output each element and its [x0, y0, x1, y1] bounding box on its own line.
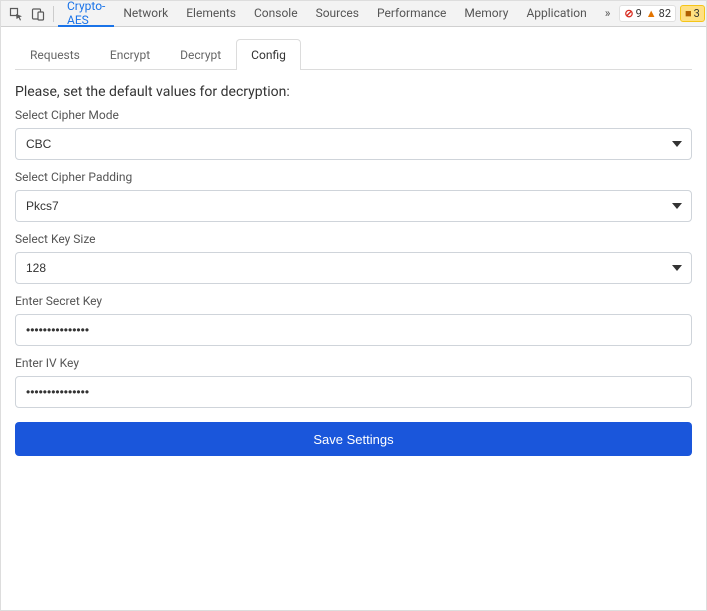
secret-key-label: Enter Secret Key: [15, 294, 692, 308]
iv-key-input[interactable]: [15, 376, 692, 408]
devtools-left-group: [5, 3, 58, 25]
devtools-tab-memory[interactable]: Memory: [455, 1, 517, 27]
cipher-padding-select-wrap: Pkcs7: [15, 190, 692, 222]
message-count: 3: [694, 7, 700, 20]
device-toggle-icon[interactable]: [27, 3, 49, 25]
iv-key-group: Enter IV Key: [15, 356, 692, 408]
save-settings-button[interactable]: Save Settings: [15, 422, 692, 456]
error-icon: ⊘: [624, 7, 633, 20]
cipher-mode-select-wrap: CBC: [15, 128, 692, 160]
key-size-select-wrap: 128: [15, 252, 692, 284]
devtools-tabs: Crypto-AES Network Elements Console Sour…: [58, 1, 619, 27]
cipher-padding-label: Select Cipher Padding: [15, 170, 692, 184]
warning-count: 82: [659, 7, 671, 20]
devtools-tab-console[interactable]: Console: [245, 1, 307, 27]
crypto-aes-panel: Requests Encrypt Decrypt Config Please, …: [1, 27, 706, 470]
toolbar-separator: [53, 6, 54, 22]
devtools-right-group: ⊘ 9 ▲ 82 ■ 3: [619, 3, 707, 25]
message-icon: ■: [685, 7, 692, 20]
devtools-tab-sources[interactable]: Sources: [307, 1, 368, 27]
key-size-group: Select Key Size 128: [15, 232, 692, 284]
devtools-tab-application[interactable]: Application: [517, 1, 595, 27]
key-size-select[interactable]: 128: [15, 252, 692, 284]
messages-badge[interactable]: ■ 3: [680, 5, 705, 22]
tab-decrypt[interactable]: Decrypt: [165, 39, 236, 70]
tab-config[interactable]: Config: [236, 39, 301, 70]
cipher-padding-group: Select Cipher Padding Pkcs7: [15, 170, 692, 222]
tab-requests[interactable]: Requests: [15, 39, 95, 70]
cipher-mode-label: Select Cipher Mode: [15, 108, 692, 122]
iv-key-label: Enter IV Key: [15, 356, 692, 370]
error-warning-badge[interactable]: ⊘ 9 ▲ 82: [619, 5, 676, 22]
devtools-tab-performance[interactable]: Performance: [368, 1, 455, 27]
cipher-padding-select[interactable]: Pkcs7: [15, 190, 692, 222]
inspect-element-icon[interactable]: [5, 3, 27, 25]
error-count: 9: [636, 7, 642, 20]
secret-key-group: Enter Secret Key: [15, 294, 692, 346]
devtools-tab-network[interactable]: Network: [114, 1, 177, 27]
warning-icon: ▲: [646, 7, 657, 20]
panel-tabs: Requests Encrypt Decrypt Config: [15, 39, 692, 70]
cipher-mode-select[interactable]: CBC: [15, 128, 692, 160]
tab-encrypt[interactable]: Encrypt: [95, 39, 165, 70]
config-heading: Please, set the default values for decry…: [15, 84, 692, 100]
devtools-toolbar: Crypto-AES Network Elements Console Sour…: [1, 1, 706, 27]
secret-key-input[interactable]: [15, 314, 692, 346]
key-size-label: Select Key Size: [15, 232, 692, 246]
cipher-mode-group: Select Cipher Mode CBC: [15, 108, 692, 160]
devtools-tab-overflow[interactable]: »: [596, 1, 620, 27]
devtools-tab-crypto-aes[interactable]: Crypto-AES: [58, 1, 114, 27]
devtools-tab-elements[interactable]: Elements: [177, 1, 245, 27]
